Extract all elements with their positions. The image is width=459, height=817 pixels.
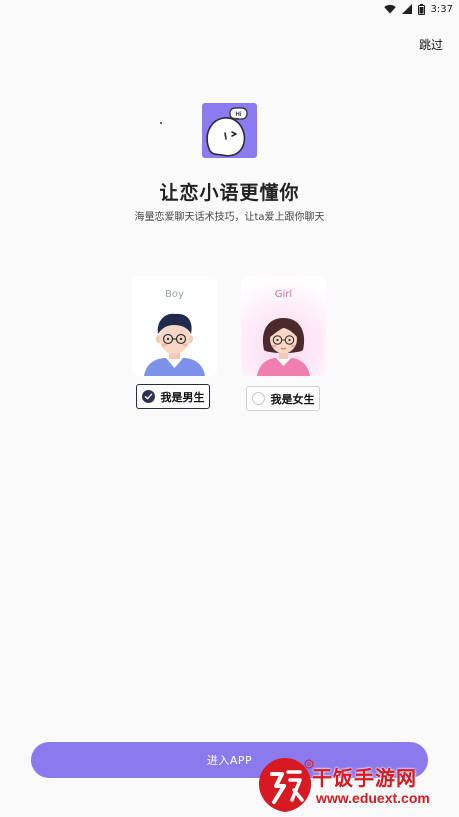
- watermark-logo-icon: R: [258, 758, 314, 812]
- girl-choice-label: 我是女生: [270, 392, 315, 406]
- battery-icon: [417, 3, 425, 15]
- skip-button[interactable]: 跳过: [419, 36, 443, 53]
- boy-choice-label: 我是男生: [160, 390, 205, 404]
- logo-bubble-text: Hi: [236, 112, 242, 118]
- app-logo: Hi: [202, 103, 257, 158]
- girl-avatar: [257, 318, 310, 376]
- boy-card[interactable]: Boy: [132, 276, 217, 376]
- boy-choice-button[interactable]: 我是男生: [136, 384, 210, 409]
- girl-choice-button[interactable]: 我是女生: [246, 386, 320, 411]
- unchecked-radio-icon: [251, 392, 265, 405]
- watermark-title: 干饭手游网: [312, 766, 417, 790]
- watermark-url: www.eduext.com: [316, 790, 430, 806]
- decorative-dot: [160, 122, 162, 124]
- svg-text:R: R: [307, 762, 311, 768]
- boy-card-label: Boy: [165, 289, 184, 300]
- girl-card[interactable]: Girl: [241, 276, 326, 376]
- watermark: R 干饭手游网 www.eduext.com: [254, 756, 454, 814]
- signal-icon: [401, 4, 412, 14]
- status-time: 3:37: [430, 3, 453, 15]
- page-title: 让恋小语更懂你: [159, 182, 300, 204]
- wifi-icon: [383, 4, 396, 14]
- checked-radio-icon: [141, 390, 155, 403]
- status-bar: 3:37: [0, 0, 459, 18]
- boy-avatar: [144, 313, 205, 376]
- page-subtitle: 海量恋爱聊天话术技巧，让ta爱上跟你聊天: [134, 212, 325, 223]
- girl-card-label: Girl: [274, 289, 293, 300]
